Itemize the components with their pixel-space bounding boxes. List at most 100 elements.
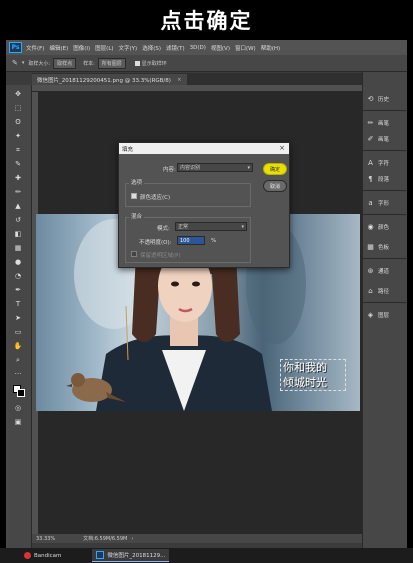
panel-divider — [363, 302, 407, 303]
panel-brush-settings[interactable]: ✐ 画笔 — [366, 132, 406, 146]
opacity-input[interactable]: 100 — [177, 236, 205, 245]
show-ring-checkbox[interactable] — [134, 60, 140, 66]
marquee-tool-icon[interactable]: ⬚ — [12, 103, 24, 113]
menu-view[interactable]: 视图(V) — [211, 44, 230, 52]
glyphs-icon: a — [368, 198, 373, 207]
chevron-down-icon: ▾ — [241, 224, 244, 230]
more-tools-icon[interactable]: ··· — [12, 369, 24, 379]
panel-history[interactable]: ⟲ 历史 — [366, 92, 406, 106]
mode-select[interactable]: 正常 ▾ — [175, 222, 247, 231]
history-brush-tool-icon[interactable]: ↺ — [12, 215, 24, 225]
panel-paragraph[interactable]: ¶ 段落 — [366, 172, 406, 186]
shape-tool-icon[interactable]: ▭ — [12, 327, 24, 337]
taskbar-item-photoshop-label: 微信图片_20181129... — [107, 553, 166, 559]
taskbar-item-photoshop[interactable]: 微信图片_20181129... — [92, 549, 170, 562]
path-selection-tool-icon[interactable]: ➤ — [12, 313, 24, 323]
pen-tool-icon[interactable]: ✒ — [12, 285, 24, 295]
menu-image[interactable]: 图像(I) — [73, 44, 90, 52]
menu-type[interactable]: 文字(Y) — [119, 44, 138, 52]
cancel-button[interactable]: 取消 — [263, 180, 287, 192]
photoshop-logo: Ps — [9, 42, 22, 53]
chevron-down-icon: ▾ — [247, 165, 250, 171]
menu-select[interactable]: 选择(S) — [142, 44, 161, 52]
zoom-level[interactable]: 33.33% — [36, 536, 55, 542]
healing-brush-tool-icon[interactable]: ✚ — [12, 173, 24, 183]
panels-dock: ⟲ 历史 ✏ 画笔 ✐ 画笔 A 字符 ¶ 段落 a 字形 ◉ 颜色 ▦ 色板 ⊛ 通道 ⌂ 路径 … — [362, 72, 407, 548]
watermark-line-2: 倾城时光 — [283, 376, 327, 389]
document-tab[interactable]: 微信图片_20181129200451.png @ 33.3%(RGB/8) × — [32, 74, 187, 85]
hand-tool-icon[interactable]: ✋ — [12, 341, 24, 351]
clone-stamp-tool-icon[interactable]: ▲ — [12, 201, 24, 211]
chevron-down-icon[interactable]: ▾ — [22, 60, 25, 66]
color-adapt-label: 颜色适应(C) — [140, 195, 171, 201]
channels-icon: ⊛ — [367, 266, 374, 275]
banner-text: 点击确定 — [160, 9, 253, 33]
menu-help[interactable]: 帮助(H) — [261, 44, 280, 52]
sample-label: 样本: — [83, 60, 95, 67]
magic-wand-tool-icon[interactable]: ✦ — [12, 131, 24, 141]
menu-window[interactable]: 窗口(W) — [235, 44, 256, 52]
content-select-value: 内容识别 — [180, 165, 201, 171]
crop-tool-icon[interactable]: ⌗ — [12, 145, 24, 155]
close-icon[interactable]: × — [177, 77, 182, 83]
eyedropper-icon[interactable]: ✎ — [12, 59, 18, 67]
dialog-title-bar[interactable]: 填充 — [119, 143, 289, 154]
color-icon: ◉ — [367, 222, 374, 231]
content-select[interactable]: 内容识别 ▾ — [177, 163, 253, 172]
paragraph-icon: ¶ — [368, 174, 373, 183]
move-tool-icon[interactable]: ✥ — [12, 89, 24, 99]
color-adapt-checkbox[interactable] — [131, 193, 137, 199]
panel-paths[interactable]: ⌂ 路径 — [366, 284, 406, 298]
panel-channels-label: 通道 — [378, 269, 390, 275]
calligraphy-watermark: 你和我的 倾城时光 — [280, 359, 346, 391]
fill-dialog: 填充 × 内容: 内容识别 ▾ 选项 颜色适应(C) 混合 模式: 正常 ▾ 不… — [118, 142, 290, 268]
brush-tool-icon[interactable]: ✏ — [12, 187, 24, 197]
panel-channels[interactable]: ⊛ 通道 — [366, 264, 406, 278]
brush-icon: ✏ — [367, 118, 374, 127]
menu-3d[interactable]: 3D(D) — [190, 45, 206, 51]
panel-divider — [363, 150, 407, 151]
preserve-transparency-label: 保留透明区域(P) — [140, 253, 181, 259]
photoshop-window: Ps 文件(F) 编辑(E) 图像(I) 图层(L) 文字(Y) 选择(S) 滤… — [6, 40, 407, 548]
paths-icon: ⌂ — [368, 286, 373, 295]
options-bar: ✎ ▾ 取样大小: 取样点 样本: 所有图层 显示取样环 — [6, 55, 407, 72]
chevron-right-icon[interactable]: › — [131, 536, 133, 542]
quick-mask-icon[interactable]: ◎ — [12, 403, 24, 413]
blur-tool-icon[interactable]: ● — [12, 257, 24, 267]
panel-glyphs[interactable]: a 字形 — [366, 196, 406, 210]
mode-label: 模式: — [157, 226, 170, 232]
lasso-tool-icon[interactable]: ʘ — [12, 117, 24, 127]
menu-filter[interactable]: 滤镜(T) — [166, 44, 185, 52]
menu-file[interactable]: 文件(F) — [26, 44, 44, 52]
ok-button[interactable]: 确定 — [263, 163, 287, 175]
horizontal-ruler — [32, 85, 362, 92]
eraser-tool-icon[interactable]: ◧ — [12, 229, 24, 239]
panel-paragraph-label: 段落 — [378, 177, 390, 183]
document-tab-title: 微信图片_20181129200451.png @ 33.3%(RGB/8) — [37, 77, 171, 84]
menu-edit[interactable]: 编辑(E) — [49, 44, 68, 52]
panel-layers[interactable]: ◈ 图层 — [366, 308, 406, 322]
panel-character[interactable]: A 字符 — [366, 156, 406, 170]
show-ring-label: 显示取样环 — [141, 60, 167, 67]
taskbar-item-bandicam-label: Bandicam — [34, 552, 62, 559]
eyedropper-tool-icon[interactable]: ✎ — [12, 159, 24, 169]
cancel-button-label: 取消 — [269, 183, 280, 190]
brush-settings-icon: ✐ — [367, 134, 374, 143]
background-color-swatch[interactable] — [17, 389, 25, 397]
type-tool-icon[interactable]: T — [12, 299, 24, 309]
zoom-tool-icon[interactable]: ⌕ — [12, 355, 24, 365]
screen-mode-icon[interactable]: ▣ — [12, 417, 24, 427]
panel-color[interactable]: ◉ 颜色 — [366, 220, 406, 234]
panel-swatches[interactable]: ▦ 色板 — [366, 240, 406, 254]
panel-brushes[interactable]: ✏ 画笔 — [366, 116, 406, 130]
photoshop-icon — [96, 551, 105, 559]
gradient-tool-icon[interactable]: ▦ — [12, 243, 24, 253]
panel-layers-label: 图层 — [378, 313, 390, 319]
dodge-tool-icon[interactable]: ◔ — [12, 271, 24, 281]
close-icon[interactable]: × — [278, 143, 286, 154]
sample-size-select[interactable]: 取样点 — [53, 57, 77, 69]
preserve-transparency-checkbox[interactable] — [131, 251, 137, 257]
taskbar-item-bandicam[interactable]: Bandicam — [20, 549, 65, 562]
menu-layer[interactable]: 图层(L) — [95, 44, 113, 52]
sample-select[interactable]: 所有图层 — [97, 57, 126, 69]
